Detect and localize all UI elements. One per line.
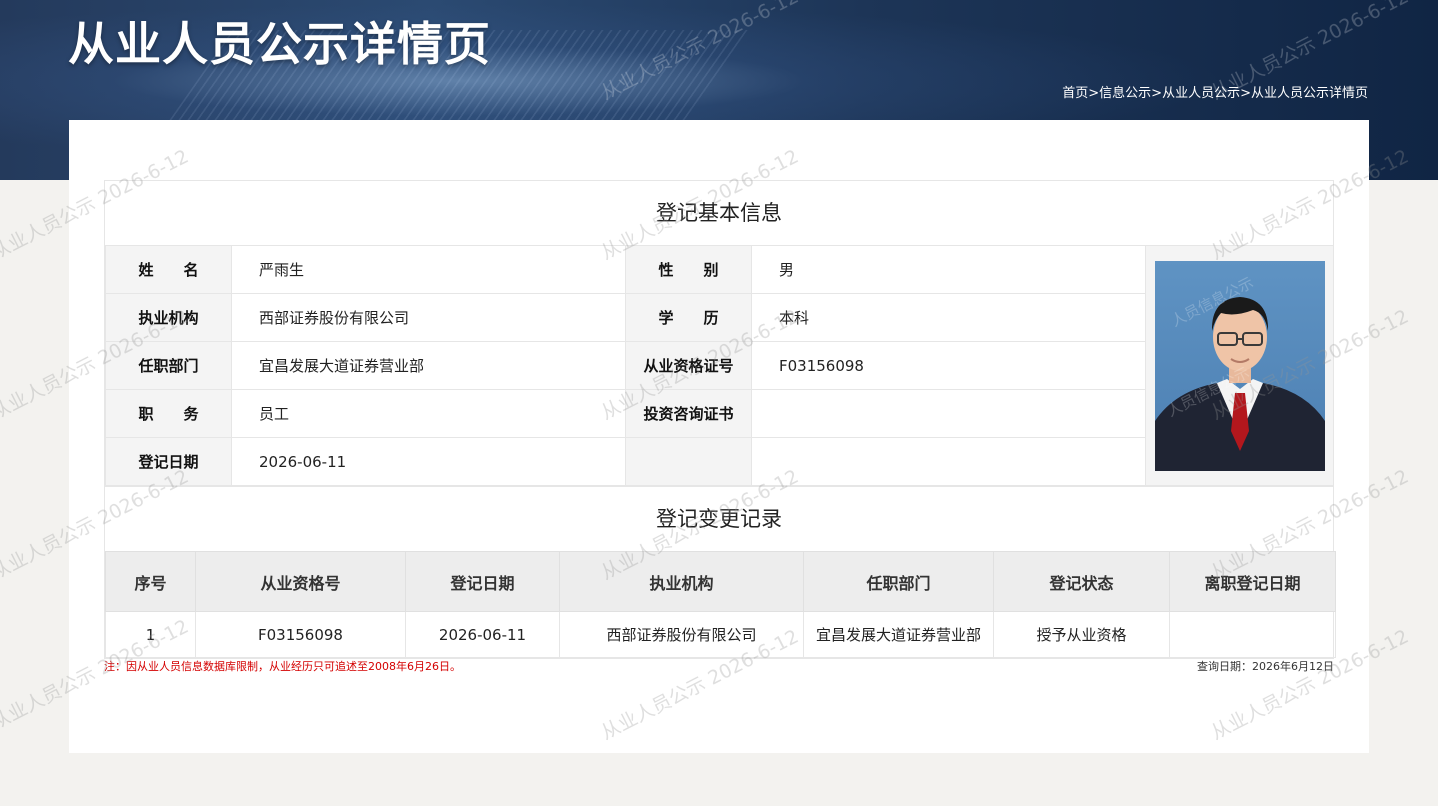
basic-info-table: 姓 名 严雨生 性 别 男 人员信息公示 人员信息公示 执业机构 西部证券股份有… [105,245,1334,486]
education-label: 学 历 [625,293,752,342]
change-records-table: 序号 从业资格号 登记日期 执业机构 任职部门 登记状态 离职登记日期 1 F0… [105,551,1336,658]
change-records-section: 登记变更记录 序号 从业资格号 登记日期 执业机构 任职部门 登记状态 离职登记… [104,487,1336,659]
photo-cell: 人员信息公示 人员信息公示 [1145,245,1334,486]
profile-photo: 人员信息公示 人员信息公示 [1154,260,1325,471]
page-title: 从业人员公示详情页 [68,17,491,71]
empty-label [625,437,752,486]
table-cell [1169,611,1336,658]
gender-value: 男 [751,245,1146,294]
column-header: 登记状态 [993,551,1170,612]
breadcrumb-staff[interactable]: 从业人员公示 [1162,86,1240,101]
advisory-certificate-value [751,389,1146,438]
table-row: 姓 名 严雨生 性 别 男 人员信息公示 人员信息公示 [105,245,1334,486]
education-value: 本科 [751,293,1146,342]
column-header: 登记日期 [405,551,560,612]
table-cell: 宜昌发展大道证券营业部 [803,611,994,658]
certificate-value: F03156098 [751,341,1146,390]
table-row: 1 F03156098 2026-06-11 西部证券股份有限公司 宜昌发展大道… [105,611,1336,658]
column-header: 从业资格号 [195,551,406,612]
column-header: 执业机构 [559,551,804,612]
column-header: 序号 [105,551,196,612]
registration-date-label: 登记日期 [105,437,232,486]
breadcrumb: 首页>信息公示>从业人员公示>从业人员公示详情页 [1062,85,1368,103]
name-value: 严雨生 [231,245,626,294]
certificate-label: 从业资格证号 [625,341,752,390]
breadcrumb-separator: > [1151,86,1163,101]
table-cell: 西部证券股份有限公司 [559,611,804,658]
basic-info-section: 登记基本信息 姓 名 严雨生 性 别 男 人员信息公示 人员信息公示 执业机构 … [104,180,1334,487]
change-records-title: 登记变更记录 [656,507,782,531]
empty-value [751,437,1146,486]
table-cell: F03156098 [195,611,406,658]
department-value: 宜昌发展大道证券营业部 [231,341,626,390]
registration-date-value: 2026-06-11 [231,437,626,486]
table-cell: 2026-06-11 [405,611,560,658]
table-header-row: 序号 从业资格号 登记日期 执业机构 任职部门 登记状态 离职登记日期 [105,551,1336,612]
person-portrait-icon [1154,296,1325,471]
basic-info-title: 登记基本信息 [656,201,782,225]
breadcrumb-info[interactable]: 信息公示 [1099,86,1151,101]
table-cell: 1 [105,611,196,658]
position-label: 职 务 [105,389,232,438]
org-value: 西部证券股份有限公司 [231,293,626,342]
breadcrumb-separator: > [1088,86,1100,101]
column-header: 任职部门 [803,551,994,612]
name-label: 姓 名 [105,245,232,294]
breadcrumb-separator: > [1240,86,1251,101]
query-date: 查询日期：2026年6月12日 [1197,660,1334,673]
breadcrumb-home[interactable]: 首页 [1062,86,1088,101]
position-value: 员工 [231,389,626,438]
advisory-certificate-label: 投资咨询证书 [625,389,752,438]
footnote: 注：因从业人员信息数据库限制，从业经历只可追述至2008年6月26日。 [104,660,461,673]
gender-label: 性 别 [625,245,752,294]
department-label: 任职部门 [105,341,232,390]
org-label: 执业机构 [105,293,232,342]
column-header: 离职登记日期 [1169,551,1336,612]
breadcrumb-current: 从业人员公示详情页 [1250,86,1368,101]
table-cell: 授予从业资格 [993,611,1170,658]
